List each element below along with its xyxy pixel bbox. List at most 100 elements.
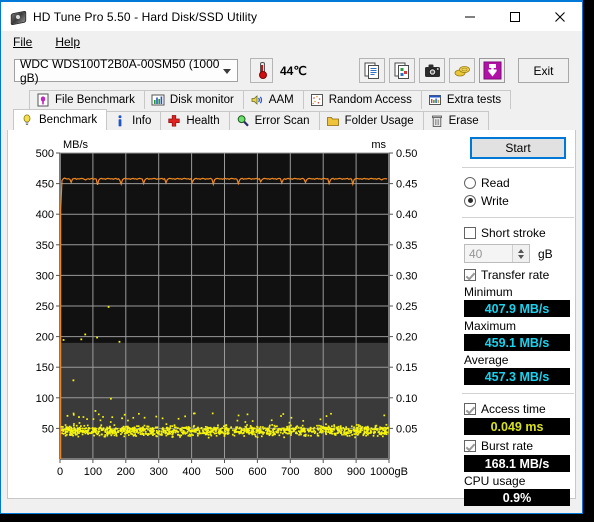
svg-text:200: 200 (117, 466, 135, 478)
window-title: HD Tune Pro 5.50 - Hard Disk/SSD Utility (33, 9, 258, 24)
tab-folder-usage[interactable]: Folder Usage (318, 111, 424, 130)
hard-disk-icon (10, 9, 27, 25)
title-bar: HD Tune Pro 5.50 - Hard Disk/SSD Utility (1, 2, 582, 31)
copy-text-icon[interactable] (359, 58, 385, 83)
tab-file-benchmark[interactable]: File Benchmark (29, 90, 145, 109)
short-stroke-size-input[interactable]: 40 (464, 244, 530, 263)
checkbox-short-stroke-indicator (464, 226, 476, 239)
svg-text:700: 700 (281, 466, 299, 478)
tab-benchmark[interactable]: Benchmark (13, 109, 108, 130)
tab-aam[interactable]: AAM (242, 90, 304, 109)
benchmark-panel: 50 100 150 200 250 300 350 400 450 500 MB/s 0.05 0.1… (7, 130, 576, 506)
health-cross-icon (167, 114, 181, 128)
donate-coins-icon[interactable] (449, 58, 475, 83)
copy-image-icon[interactable] (389, 58, 415, 83)
menu-bar: File Help (1, 31, 582, 52)
download-arrow-icon[interactable] (479, 58, 505, 83)
tab-random-access[interactable]: Random Access (302, 90, 422, 109)
close-button[interactable] (537, 2, 582, 31)
file-benchmark-icon (36, 93, 50, 107)
svg-text:350: 350 (36, 240, 54, 252)
maximize-button[interactable] (492, 2, 537, 31)
radio-write-label: Write (481, 193, 509, 208)
checkbox-access-time[interactable]: Access time (464, 400, 576, 417)
checkbox-transfer-rate[interactable]: Transfer rate (464, 266, 576, 283)
benchmark-bulb-icon (20, 113, 34, 127)
checkbox-burst-rate-label: Burst rate (481, 438, 534, 453)
radio-read[interactable]: Read (464, 174, 576, 191)
tab-disk-monitor[interactable]: Disk monitor (143, 90, 244, 109)
radio-write-indicator (464, 194, 476, 207)
svg-text:500: 500 (215, 466, 233, 478)
minimize-button[interactable] (447, 2, 492, 31)
svg-text:50: 50 (42, 423, 54, 435)
minimum-value: 407.9 MB/s (464, 300, 570, 317)
checkbox-short-stroke-label: Short stroke (481, 225, 546, 240)
checkbox-burst-rate[interactable]: Burst rate (464, 437, 576, 454)
svg-text:0.50: 0.50 (396, 148, 417, 160)
checkbox-short-stroke[interactable]: Short stroke (464, 224, 576, 241)
svg-text:0.35: 0.35 (396, 240, 417, 252)
svg-text:250: 250 (36, 301, 54, 313)
short-stroke-size-value: 40 (469, 246, 483, 261)
tab-extra-tests[interactable]: Extra tests (420, 90, 512, 109)
chevron-down-icon (223, 69, 231, 74)
random-access-icon (310, 93, 324, 107)
drive-select[interactable]: WDC WDS100T2B0A-00SM50 (1000 gB) (14, 56, 238, 85)
svg-text:450: 450 (36, 179, 54, 191)
tab-info-label: Info (132, 115, 152, 127)
average-value: 457.3 MB/s (464, 368, 570, 385)
radio-write[interactable]: Write (464, 192, 576, 209)
tab-health[interactable]: Health (160, 111, 230, 130)
maximum-value: 459.1 MB/s (464, 334, 570, 351)
maximum-label: Maximum (464, 319, 517, 333)
svg-text:900: 900 (347, 466, 365, 478)
tab-row-2: Benchmark Info Health Error Scan Folder … (7, 109, 576, 130)
start-button[interactable]: Start (470, 137, 566, 159)
divider-3 (462, 393, 574, 394)
svg-text:0.05: 0.05 (396, 423, 417, 435)
tab-benchmark-label: Benchmark (39, 114, 98, 126)
menu-help-label: Help (55, 34, 81, 49)
svg-text:100: 100 (36, 393, 54, 405)
start-button-label: Start (505, 141, 531, 155)
svg-text:ms: ms (371, 139, 386, 151)
checkbox-burst-rate-indicator (464, 439, 476, 452)
tab-extra-tests-label: Extra tests (446, 94, 502, 106)
thermometer-icon (258, 62, 267, 79)
tab-erase[interactable]: Erase (422, 111, 489, 130)
menu-file-label: File (13, 34, 33, 49)
benchmark-controls: Start Read Write Short stroke 40 gB Tran… (460, 135, 576, 508)
cpu-usage-label: CPU usage (464, 474, 526, 488)
exit-button[interactable]: Exit (518, 58, 569, 83)
menu-file[interactable]: File (10, 34, 35, 50)
checkbox-access-time-indicator (464, 402, 476, 415)
folder-icon (326, 114, 340, 128)
spinner-arrows-icon[interactable] (512, 245, 529, 262)
menu-help[interactable]: Help (52, 34, 83, 50)
minimum-label: Minimum (464, 285, 513, 299)
svg-text:150: 150 (36, 362, 54, 374)
svg-text:0.25: 0.25 (396, 301, 417, 313)
temperature-value: 44℃ (280, 63, 307, 78)
tab-error-scan-label: Error Scan (254, 115, 310, 127)
info-icon (113, 114, 127, 128)
magnifier-icon (236, 114, 250, 128)
tab-random-access-label: Random Access (328, 94, 412, 106)
svg-text:300: 300 (150, 466, 168, 478)
tab-disk-monitor-label: Disk monitor (169, 94, 234, 106)
screenshot-camera-icon[interactable] (419, 58, 445, 83)
tab-error-scan[interactable]: Error Scan (228, 111, 320, 130)
svg-text:0.15: 0.15 (396, 362, 417, 374)
checkbox-transfer-rate-indicator (464, 268, 476, 281)
tab-info[interactable]: Info (106, 111, 162, 130)
radio-read-indicator (464, 176, 476, 189)
drive-select-value: WDC WDS100T2B0A-00SM50 (1000 gB) (20, 56, 220, 85)
extra-tests-icon (428, 93, 442, 107)
divider-1 (462, 167, 574, 168)
tab-health-label: Health (186, 115, 220, 127)
short-stroke-size-row: 40 gB (464, 244, 576, 263)
tab-row-1: File Benchmark Disk monitor AAM Random A… (7, 89, 576, 109)
svg-text:100: 100 (84, 466, 102, 478)
svg-text:1000gB: 1000gB (370, 466, 408, 478)
